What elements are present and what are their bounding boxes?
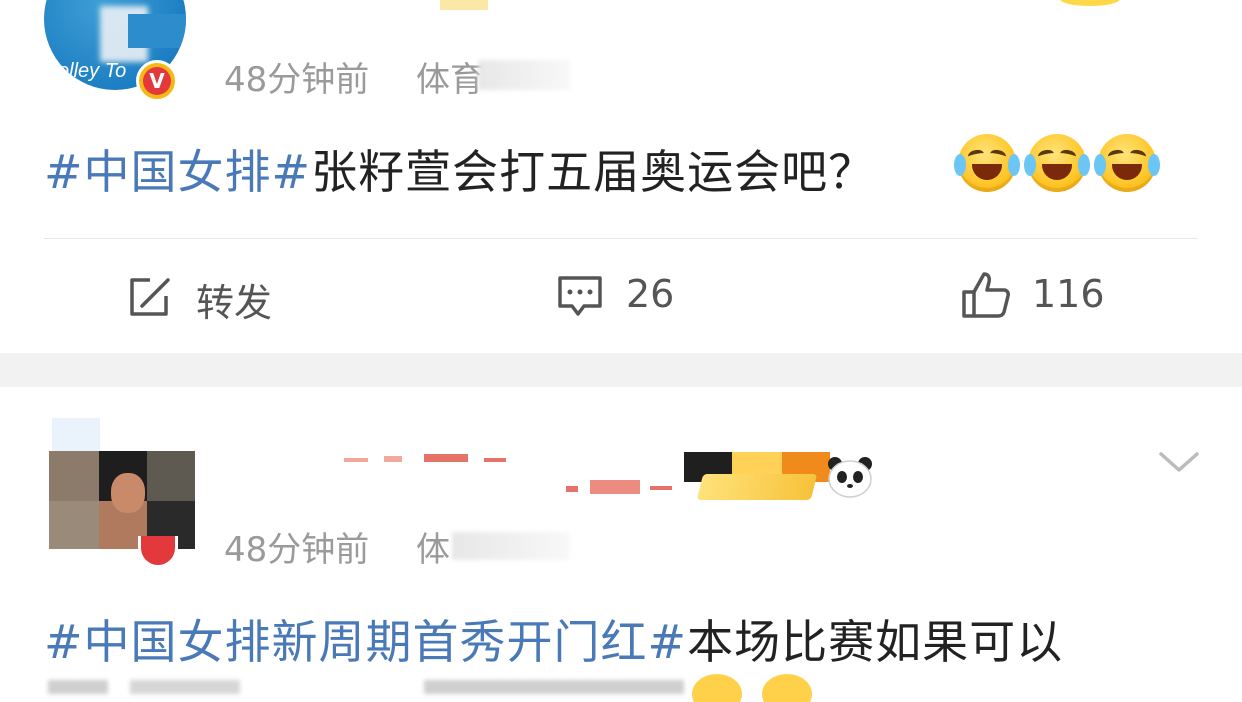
avatar-redaction	[128, 14, 186, 48]
laugh-cry-emoji	[1094, 134, 1160, 192]
level-badge	[696, 474, 818, 500]
laugh-cry-emoji	[954, 134, 1020, 192]
thumbs-up-icon	[960, 270, 1012, 320]
post-source: 体育	[416, 60, 484, 100]
avatar[interactable]	[49, 451, 195, 549]
source-redaction	[478, 60, 570, 90]
like-button[interactable]: 116	[960, 266, 1120, 324]
emoji-fragment	[1060, 0, 1120, 6]
avatar-logo-text: olley To	[58, 60, 127, 82]
name-redaction	[566, 480, 676, 494]
post-body: #中国女排#张籽萱会打五届奥运会吧？	[44, 136, 875, 202]
divider	[44, 238, 1198, 239]
post-time: 48分钟前	[224, 530, 370, 570]
post-body: #中国女排新周期首秀开门红#本场比赛如果可以	[44, 606, 1063, 672]
topic-link[interactable]: #中国女排新周期首秀开门红#	[44, 615, 687, 669]
post-text: 张籽萱会打五届奥运会吧？	[311, 145, 876, 199]
edit-share-icon	[126, 274, 174, 318]
verified-v-icon	[138, 536, 178, 568]
chevron-down-icon[interactable]	[1158, 450, 1200, 480]
verified-v-icon: V	[136, 60, 178, 102]
panda-icon	[826, 455, 874, 499]
repost-label: 转发	[196, 281, 273, 325]
name-redaction	[440, 0, 488, 10]
comment-button[interactable]: 26	[556, 268, 696, 324]
post-text: 本场比赛如果可以	[687, 615, 1064, 669]
post-text-continued	[44, 672, 1198, 702]
name-redaction	[344, 454, 514, 464]
laugh-cry-emoji	[1024, 134, 1090, 192]
comment-icon	[556, 274, 604, 320]
post-time: 48分钟前	[224, 60, 370, 100]
post-source: 体	[416, 530, 450, 570]
avatar-redaction	[52, 418, 100, 452]
topic-link[interactable]: #中国女排#	[44, 145, 311, 199]
repost-button[interactable]: 转发	[126, 268, 296, 325]
section-divider	[0, 353, 1242, 387]
comment-count: 26	[626, 272, 675, 316]
like-count: 116	[1032, 272, 1105, 316]
source-redaction	[452, 532, 570, 560]
